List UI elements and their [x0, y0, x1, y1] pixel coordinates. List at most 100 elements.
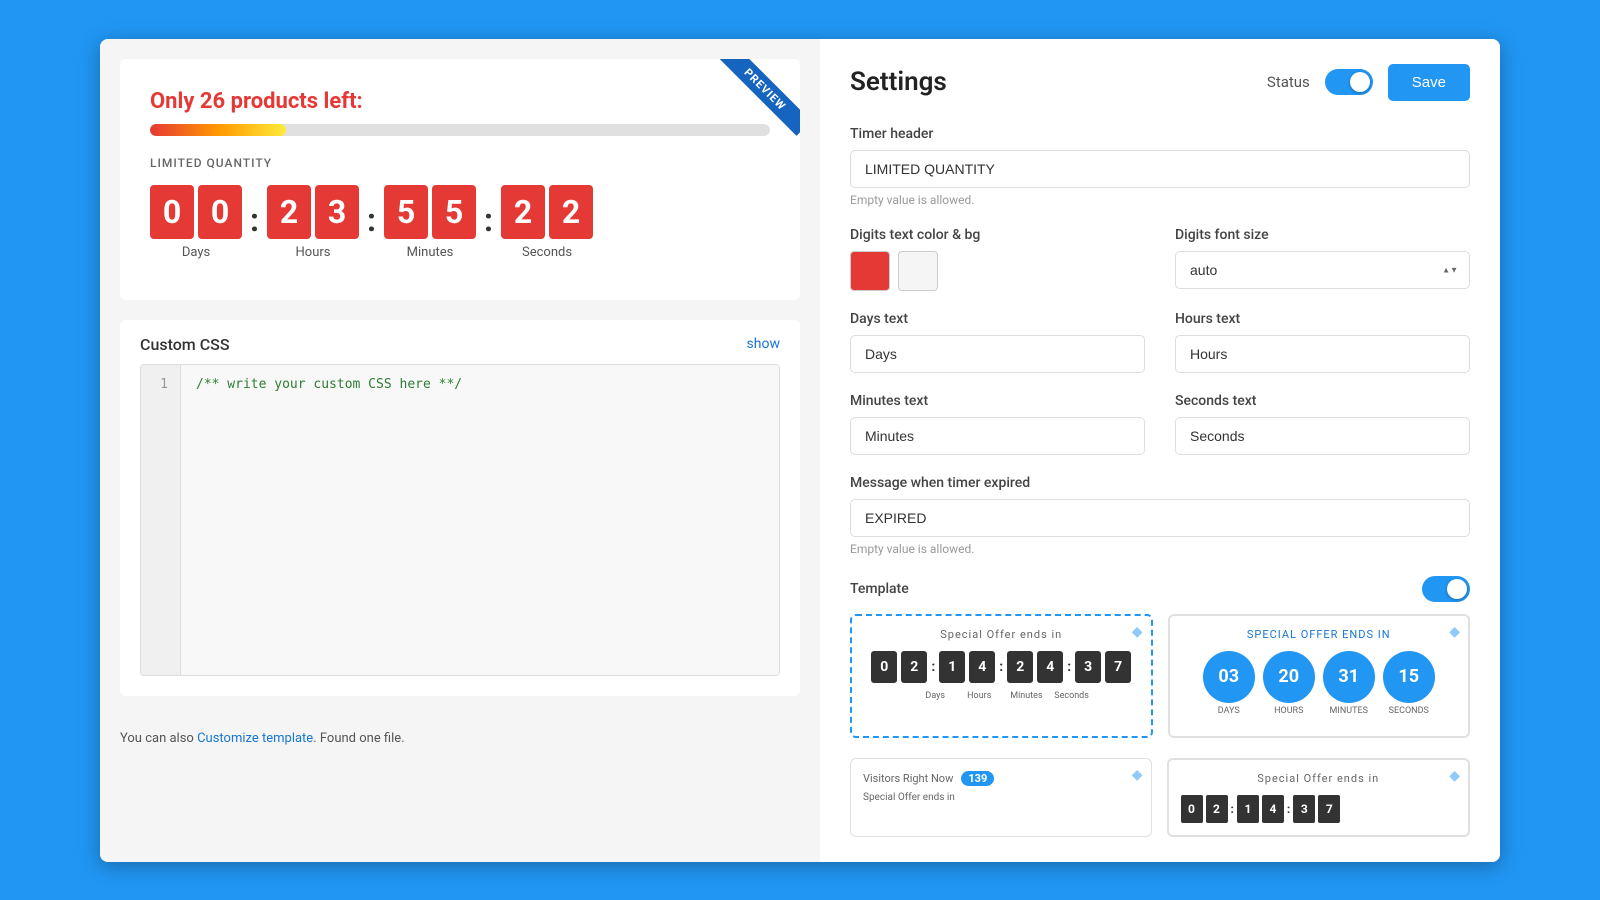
visitors-badge: 139: [961, 771, 994, 786]
circle-item-hours: 20 HOURS: [1263, 651, 1315, 716]
countdown-days-group: 0 0 Days: [150, 185, 242, 260]
progress-bar-fill: [150, 124, 286, 136]
separator-1: :: [250, 185, 259, 247]
progress-bar: [150, 124, 770, 136]
countdown-minutes-digits: 5 5: [384, 185, 476, 239]
mini-flip-d3: 1: [1237, 795, 1259, 823]
color-swatch-white[interactable]: [898, 251, 938, 291]
template-1-flip-clock: 0 2 : 1 4 : 2 4 : 3 7: [864, 651, 1139, 683]
color-swatch-red[interactable]: [850, 251, 890, 291]
template-card-2[interactable]: ◆ SPECIAL OFFER ENDS IN 03 DAYS 20 HOURS…: [1168, 614, 1471, 738]
flip-sep-1: :: [931, 659, 935, 675]
template-card-bottom[interactable]: ◆ Special Offer ends in 0 2 : 1 4 : 3 7: [1167, 758, 1471, 837]
hours-text-input[interactable]: [1175, 335, 1470, 373]
circle-digit-days: 03: [1203, 651, 1255, 703]
save-button[interactable]: Save: [1388, 64, 1470, 101]
flip-sep-2: :: [999, 659, 1003, 675]
circle-item-days: 03 DAYS: [1203, 651, 1255, 716]
bottom-templates: ◆ Visitors Right Now 139 Special Offer e…: [850, 758, 1470, 837]
minutes-text-label: Minutes text: [850, 393, 1145, 409]
settings-actions: Status Save: [1267, 64, 1470, 101]
customize-link[interactable]: Customize template: [197, 731, 313, 746]
customize-prefix: You can also: [120, 731, 197, 746]
code-content[interactable]: /** write your custom CSS here **/: [181, 365, 779, 675]
font-size-select[interactable]: auto small medium large: [1175, 251, 1470, 289]
mini-flip-clock: 0 2 : 1 4 : 3 7: [1181, 795, 1457, 823]
countdown-seconds-digits: 2 2: [501, 185, 593, 239]
hours-text-col: Hours text: [1175, 311, 1470, 373]
flip-label-days: Days: [922, 691, 948, 701]
days-text-label: Days text: [850, 311, 1145, 327]
css-show-link[interactable]: show: [747, 336, 780, 352]
days-hours-row: Days text Hours text: [850, 311, 1470, 373]
timer-header-input[interactable]: [850, 150, 1470, 188]
digits-font-size-col: Digits font size auto small medium large: [1175, 227, 1470, 291]
countdown-seconds-d2: 2: [549, 185, 593, 239]
visitors-template[interactable]: ◆ Visitors Right Now 139 Special Offer e…: [850, 758, 1152, 837]
css-header: Custom CSS show: [140, 335, 780, 354]
flip-label-sep-3: [1040, 691, 1050, 701]
circle-item-minutes: 31 MINUTES: [1323, 651, 1375, 716]
css-title: Custom CSS: [140, 335, 230, 354]
template-toggle[interactable]: [1422, 576, 1470, 602]
limited-quantity-label: LIMITED QUANTITY: [150, 156, 770, 170]
countdown-seconds-d1: 2: [501, 185, 545, 239]
settings-title: Settings: [850, 67, 947, 97]
minutes-text-input[interactable]: [850, 417, 1145, 455]
template-header: Template: [850, 576, 1470, 602]
countdown-seconds-group: 2 2 Seconds: [501, 185, 593, 260]
template-2-title: SPECIAL OFFER ENDS IN: [1182, 628, 1457, 641]
line-numbers: 1: [141, 365, 181, 675]
digits-row: Digits text color & bg Digits font size …: [850, 227, 1470, 291]
countdown-hours-group: 2 3 Hours: [267, 185, 359, 260]
template-section: Template ◆ Special Offer ends in 0 2 : 1…: [850, 576, 1470, 738]
flip-d5: 2: [1007, 651, 1033, 683]
timer-header-hint: Empty value is allowed.: [850, 193, 1470, 207]
seconds-text-col: Seconds text: [1175, 393, 1470, 455]
countdown-hours-label: Hours: [296, 245, 331, 260]
flip-d4: 4: [969, 651, 995, 683]
separator-3: :: [484, 185, 493, 247]
mini-flip-d1: 0: [1181, 795, 1203, 823]
line-number-1: 1: [153, 375, 168, 396]
flip-sep-3: :: [1067, 659, 1071, 675]
preview-section: PREVIEW Only 26 products left: LIMITED Q…: [120, 59, 800, 300]
timer-header-label: Timer header: [850, 126, 1470, 142]
minutes-seconds-row: Minutes text Seconds text: [850, 393, 1470, 455]
days-text-input[interactable]: [850, 335, 1145, 373]
expired-message-input[interactable]: [850, 499, 1470, 537]
expired-message-label: Message when timer expired: [850, 475, 1470, 491]
digits-color-col: Digits text color & bg: [850, 227, 1145, 291]
expired-message-section: Message when timer expired Empty value i…: [850, 475, 1470, 556]
template-card-1[interactable]: ◆ Special Offer ends in 0 2 : 1 4 : 2 4 …: [850, 614, 1153, 738]
status-label: Status: [1267, 73, 1310, 91]
flip-d7: 3: [1075, 651, 1101, 683]
timer-header-section: Timer header Empty value is allowed.: [850, 126, 1470, 207]
customize-suffix: . Found one file.: [313, 731, 404, 746]
countdown-days-d1: 0: [150, 185, 194, 239]
products-header: Only 26 products left:: [150, 89, 770, 114]
preview-ribbon-label: PREVIEW: [719, 59, 800, 136]
template-1-title: Special Offer ends in: [864, 628, 1139, 641]
visitors-label: Visitors Right Now: [863, 772, 953, 785]
countdown-days-label: Days: [182, 245, 210, 260]
code-editor-inner: 1 /** write your custom CSS here **/: [141, 365, 779, 675]
circle-digit-hours: 20: [1263, 651, 1315, 703]
flip-label-minutes: Minutes: [1010, 691, 1036, 701]
expired-message-hint: Empty value is allowed.: [850, 542, 1470, 556]
circle-label-minutes: MINUTES: [1330, 706, 1368, 716]
flip-label-seconds: Seconds: [1054, 691, 1080, 701]
flip-d8: 7: [1105, 651, 1131, 683]
visitors-header: Visitors Right Now 139: [863, 771, 1139, 786]
countdown-hours-d1: 2: [267, 185, 311, 239]
minutes-text-col: Minutes text: [850, 393, 1145, 455]
circle-label-hours: HOURS: [1274, 706, 1303, 716]
visitors-diamond: ◆: [1132, 767, 1143, 783]
flip-d2: 2: [901, 651, 927, 683]
seconds-text-input[interactable]: [1175, 417, 1470, 455]
right-panel: Settings Status Save Timer header Empty …: [820, 39, 1500, 862]
template-2-circle-clock: 03 DAYS 20 HOURS 31 MINUTES 15: [1182, 651, 1457, 716]
countdown-seconds-label: Seconds: [522, 245, 572, 260]
circle-item-seconds: 15 SECONDS: [1383, 651, 1435, 716]
status-toggle[interactable]: [1325, 69, 1373, 95]
